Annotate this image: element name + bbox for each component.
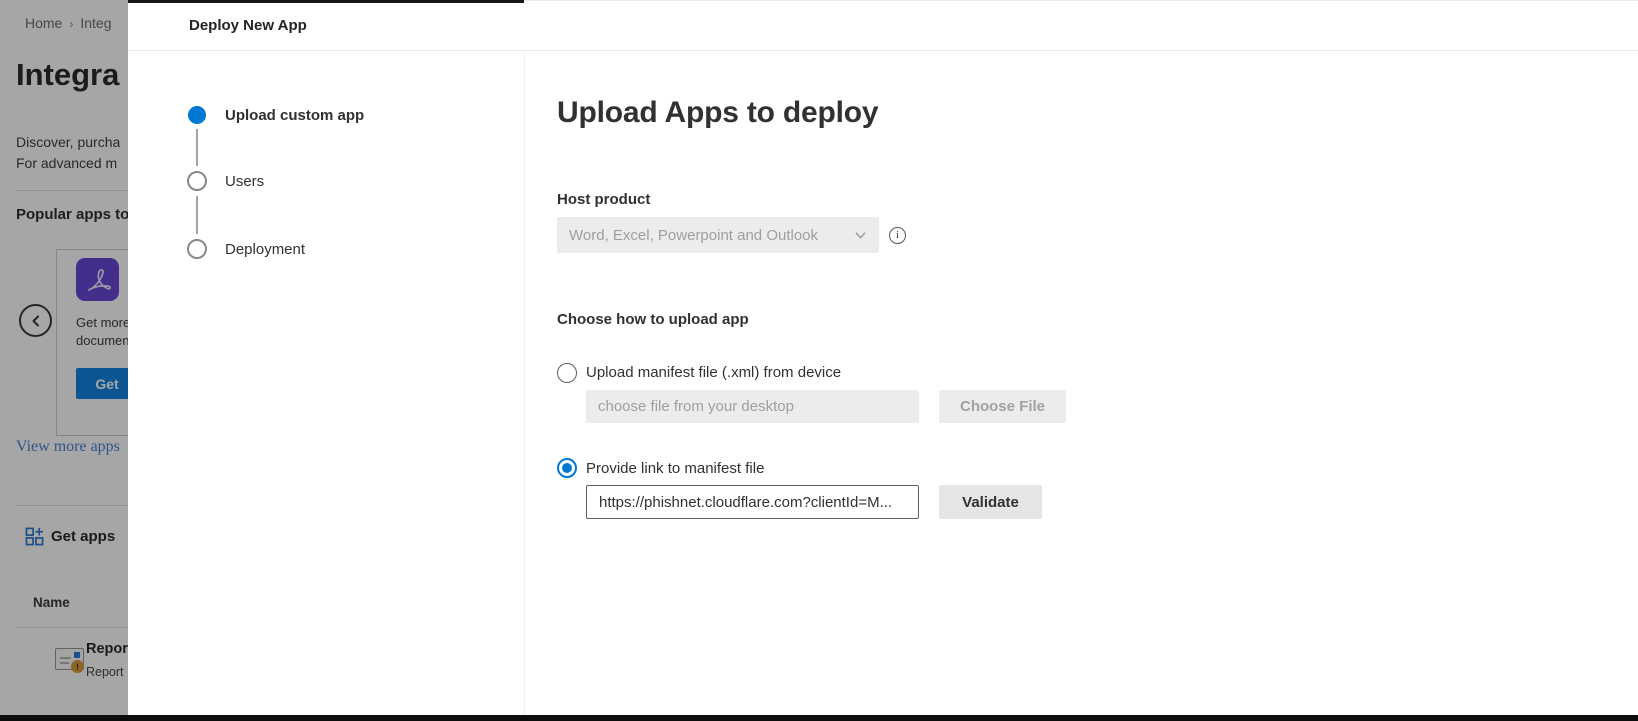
radio-provide-link[interactable] bbox=[557, 458, 577, 478]
step-upcoming-icon[interactable] bbox=[187, 171, 207, 191]
radio-selected-dot-icon bbox=[562, 463, 572, 473]
host-product-value: Word, Excel, Powerpoint and Outlook bbox=[569, 227, 818, 244]
step-deployment[interactable]: Deployment bbox=[225, 241, 305, 258]
modal-dim-overlay bbox=[0, 0, 128, 721]
step-connector bbox=[196, 129, 198, 166]
screen: Home›Integ Integra Discover, purcha For … bbox=[0, 0, 1638, 721]
manifest-file-input bbox=[586, 390, 919, 423]
modal-header-divider bbox=[128, 50, 1638, 51]
choose-file-button: Choose File bbox=[939, 390, 1066, 423]
choose-upload-heading: Choose how to upload app bbox=[557, 311, 749, 328]
modal-title: Deploy New App bbox=[189, 17, 307, 34]
validate-button[interactable]: Validate bbox=[939, 485, 1042, 519]
stepper-divider bbox=[524, 51, 525, 721]
window-bottom-edge bbox=[0, 715, 1638, 721]
content-heading: Upload Apps to deploy bbox=[557, 96, 878, 130]
step-active-icon[interactable] bbox=[188, 106, 206, 124]
host-product-label: Host product bbox=[557, 191, 650, 208]
host-product-dropdown: Word, Excel, Powerpoint and Outlook bbox=[557, 217, 879, 253]
chevron-down-icon bbox=[854, 229, 867, 242]
step-users[interactable]: Users bbox=[225, 173, 264, 190]
provide-link-label: Provide link to manifest file bbox=[586, 460, 764, 477]
info-icon[interactable]: i bbox=[889, 227, 906, 244]
step-connector bbox=[196, 196, 198, 234]
step-upload-custom-app[interactable]: Upload custom app bbox=[225, 107, 364, 124]
manifest-url-input[interactable] bbox=[586, 485, 919, 519]
step-upcoming-icon[interactable] bbox=[187, 239, 207, 259]
modal-top-edge bbox=[128, 0, 524, 3]
radio-upload-manifest-file[interactable] bbox=[557, 363, 577, 383]
upload-manifest-label: Upload manifest file (.xml) from device bbox=[586, 364, 841, 381]
deploy-new-app-modal: Deploy New App Upload custom app Users D… bbox=[128, 0, 1638, 721]
